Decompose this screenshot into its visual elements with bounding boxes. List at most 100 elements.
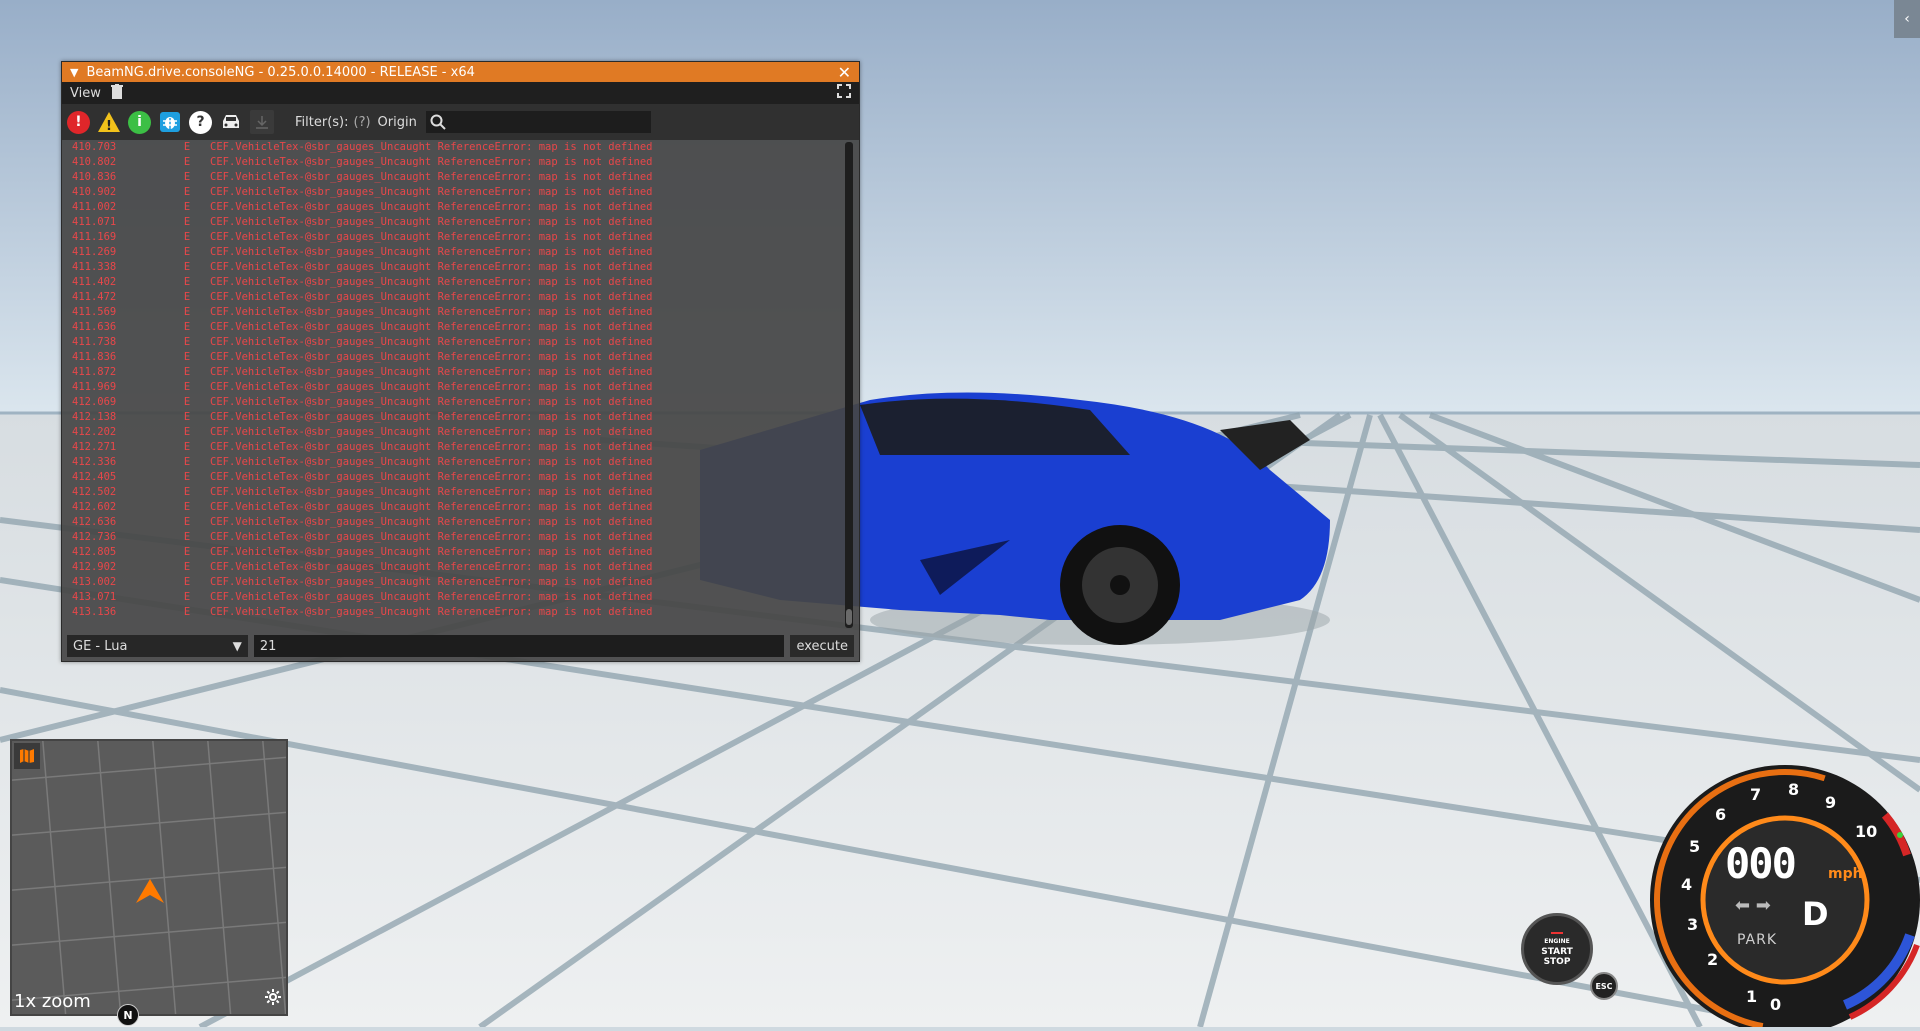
log-row[interactable]: 413.071 E CEF.VehicleTex-@sbr_gauges_Uncau… [72,590,859,605]
filter-help[interactable]: (?) [354,115,371,130]
trash-icon[interactable] [110,83,123,103]
console-titlebar[interactable]: ▼ BeamNG.drive.consoleNG - 0.25.0.0.1400… [62,62,859,82]
vehicle-filter-icon[interactable] [219,110,243,134]
menu-view[interactable]: View [70,86,101,101]
close-icon[interactable]: ✕ [838,63,851,82]
log-row[interactable]: 411.872 E CEF.VehicleTex-@sbr_gauges_Uncau… [72,365,859,380]
log-row[interactable]: 412.902 E CEF.VehicleTex-@sbr_gauges_Uncau… [72,560,859,575]
gear-icon[interactable] [264,988,282,1010]
collapse-triangle-icon[interactable]: ▼ [70,66,78,79]
log-scrollbar[interactable] [845,142,853,628]
log-row[interactable]: 411.002 E CEF.VehicleTex-@sbr_gauges_Uncau… [72,200,859,215]
log-row[interactable]: 411.569 E CEF.VehicleTex-@sbr_gauges_Uncau… [72,305,859,320]
log-timestamp: 411.872 [72,366,117,378]
player-arrow-icon [136,879,164,903]
log-row[interactable]: 410.902 E CEF.VehicleTex-@sbr_gauges_Uncau… [72,185,859,200]
log-row[interactable]: 411.969 E CEF.VehicleTex-@sbr_gauges_Uncau… [72,380,859,395]
log-row[interactable]: 411.169 E CEF.VehicleTex-@sbr_gauges_Uncau… [72,230,859,245]
log-row[interactable]: 412.736 E CEF.VehicleTex-@sbr_gauges_Uncau… [72,530,859,545]
log-row[interactable]: 410.836 E CEF.VehicleTex-@sbr_gauges_Uncau… [72,170,859,185]
error-filter-icon[interactable]: ! [67,110,90,134]
log-row[interactable]: 412.405 E CEF.VehicleTex-@sbr_gauges_Uncau… [72,470,859,485]
log-level: E [183,411,191,423]
warning-filter-icon[interactable]: ! [97,110,121,134]
log-timestamp: 412.805 [72,546,117,558]
log-row[interactable]: 411.338 E CEF.VehicleTex-@sbr_gauges_Uncau… [72,260,859,275]
log-row[interactable]: 413.002 E CEF.VehicleTex-@sbr_gauges_Uncau… [72,575,859,590]
download-icon[interactable] [250,110,274,134]
log-row[interactable]: 412.636 E CEF.VehicleTex-@sbr_gauges_Uncau… [72,515,859,530]
log-row[interactable]: 412.138 E CEF.VehicleTex-@sbr_gauges_Uncau… [72,410,859,425]
log-message: CEF.VehicleTex-@sbr_gauges_Uncaught Refe… [210,246,653,258]
log-message: CEF.VehicleTex-@sbr_gauges_Uncaught Refe… [210,156,653,168]
log-timestamp: 412.405 [72,471,117,483]
log-row[interactable]: 410.802 E CEF.VehicleTex-@sbr_gauges_Uncau… [72,155,859,170]
log-row[interactable]: 411.269 E CEF.VehicleTex-@sbr_gauges_Uncau… [72,245,859,260]
log-timestamp: 411.836 [72,351,117,363]
engine-start-stop-button[interactable]: ENGINE START STOP [1521,913,1593,985]
help-filter-icon[interactable]: ? [189,110,212,134]
log-message: CEF.VehicleTex-@sbr_gauges_Uncaught Refe… [210,321,653,333]
log-timestamp: 412.202 [72,426,117,438]
debug-filter-icon[interactable] [158,110,182,134]
log-message: CEF.VehicleTex-@sbr_gauges_Uncaught Refe… [210,171,653,183]
log-row[interactable]: 411.738 E CEF.VehicleTex-@sbr_gauges_Uncau… [72,335,859,350]
log-row[interactable]: 413.136 E CEF.VehicleTex-@sbr_gauges_Uncau… [72,605,859,620]
log-row[interactable]: 411.636 E CEF.VehicleTex-@sbr_gauges_Uncau… [72,320,859,335]
console-title: BeamNG.drive.consoleNG - 0.25.0.0.14000 … [86,64,475,80]
svg-text:!: ! [106,119,112,133]
log-level: E [183,291,191,303]
minimap[interactable]: 1x zoom [10,739,288,1016]
engine-label-line1: ENGINE [1544,937,1570,945]
log-timestamp: 410.802 [72,156,117,168]
log-row[interactable]: 411.472 E CEF.VehicleTex-@sbr_gauges_Uncau… [72,290,859,305]
log-timestamp: 410.836 [72,171,117,183]
fullscreen-icon[interactable] [837,84,851,102]
log-row[interactable]: 412.502 E CEF.VehicleTex-@sbr_gauges_Uncau… [72,485,859,500]
side-panel-toggle[interactable]: ‹ [1894,0,1920,38]
log-row[interactable]: 411.836 E CEF.VehicleTex-@sbr_gauges_Uncau… [72,350,859,365]
log-timestamp: 412.138 [72,411,117,423]
log-timestamp: 411.472 [72,291,117,303]
log-row[interactable]: 410.703 E CEF.VehicleTex-@sbr_gauges_Uncau… [72,140,859,155]
language-select[interactable]: GE - Lua ▼ [67,635,248,657]
command-input[interactable] [253,635,785,657]
filter-input[interactable] [425,111,651,133]
log-level: E [183,306,191,318]
log-row[interactable]: 412.271 E CEF.VehicleTex-@sbr_gauges_Uncau… [72,440,859,455]
log-level: E [183,606,191,618]
log-level: E [183,186,191,198]
log-message: CEF.VehicleTex-@sbr_gauges_Uncaught Refe… [210,561,653,573]
log-message: CEF.VehicleTex-@sbr_gauges_Uncaught Refe… [210,426,653,438]
log-message: CEF.VehicleTex-@sbr_gauges_Uncaught Refe… [210,306,653,318]
log-row[interactable]: 412.805 E CEF.VehicleTex-@sbr_gauges_Uncau… [72,545,859,560]
log-row[interactable]: 412.336 E CEF.VehicleTex-@sbr_gauges_Uncau… [72,455,859,470]
engine-label-line2: START [1541,946,1573,957]
log-level: E [183,441,191,453]
esc-indicator: ESC [1590,972,1618,1000]
console-menubar: View [62,82,859,104]
log-row[interactable]: 412.069 E CEF.VehicleTex-@sbr_gauges_Uncau… [72,395,859,410]
log-timestamp: 410.703 [72,141,117,153]
execute-button[interactable]: execute [790,635,854,657]
log-level: E [183,156,191,168]
log-timestamp: 412.336 [72,456,117,468]
log-level: E [183,576,191,588]
log-row[interactable]: 411.071 E CEF.VehicleTex-@sbr_gauges_Uncau… [72,215,859,230]
log-timestamp: 412.602 [72,501,117,513]
log-message: CEF.VehicleTex-@sbr_gauges_Uncaught Refe… [210,231,653,243]
log-row[interactable]: 412.602 E CEF.VehicleTex-@sbr_gauges_Uncau… [72,500,859,515]
info-filter-icon[interactable]: i [128,110,151,134]
turn-signal-icon: ⬅ ➡ [1735,895,1771,916]
log-timestamp: 412.502 [72,486,117,498]
filter-origin-label[interactable]: Origin [378,115,417,130]
log-level: E [183,231,191,243]
log-message: CEF.VehicleTex-@sbr_gauges_Uncaught Refe… [210,276,653,288]
log-message: CEF.VehicleTex-@sbr_gauges_Uncaught Refe… [210,546,653,558]
map-icon[interactable] [14,743,40,769]
zoom-level: 1x zoom [14,991,91,1012]
log-row[interactable]: 411.402 E CEF.VehicleTex-@sbr_gauges_Uncau… [72,275,859,290]
log-row[interactable]: 412.202 E CEF.VehicleTex-@sbr_gauges_Uncau… [72,425,859,440]
log-message: CEF.VehicleTex-@sbr_gauges_Uncaught Refe… [210,261,653,273]
console-toolbar: ! ! i ? Filter(s): (?) Origin [62,104,859,140]
